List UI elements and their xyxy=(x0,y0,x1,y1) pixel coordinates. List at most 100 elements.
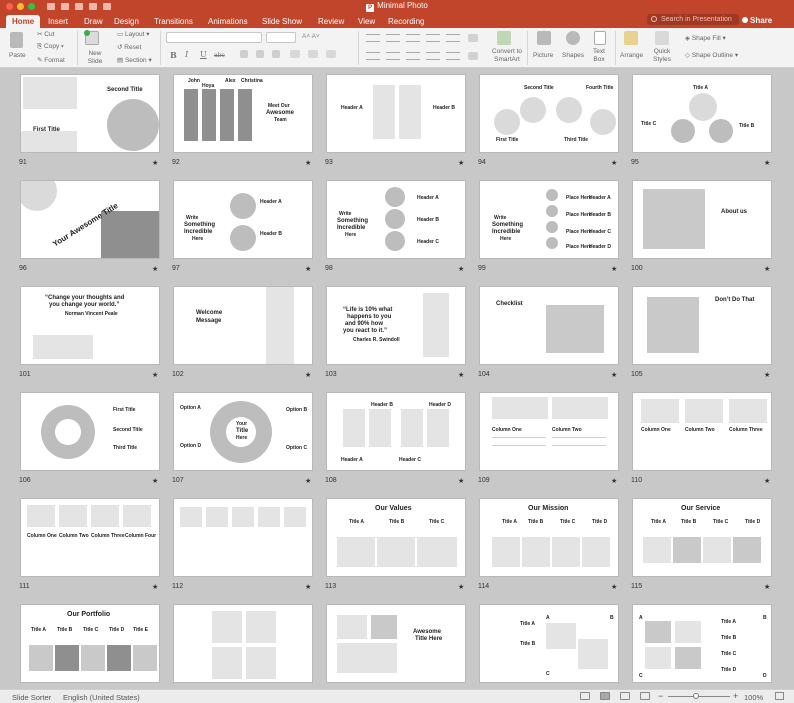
columns-icon[interactable] xyxy=(446,52,460,60)
align-text-icon[interactable] xyxy=(468,52,478,60)
highlight-icon[interactable] xyxy=(290,50,300,58)
tab-review[interactable]: Review xyxy=(312,15,350,28)
tab-home[interactable]: Home xyxy=(6,15,41,28)
strikethrough-button[interactable]: abc xyxy=(214,52,225,59)
slide-thumbnail[interactable]: Title A Title B A B C xyxy=(479,604,619,683)
zoom-out-button[interactable]: − xyxy=(658,691,663,701)
tab-transitions[interactable]: Transitions xyxy=(148,15,199,28)
slide-thumbnail[interactable]: About us xyxy=(632,180,772,259)
shapes-button[interactable]: Shapes xyxy=(562,52,584,59)
shrink-font-button[interactable]: A˅ xyxy=(312,33,320,40)
layout-button[interactable]: ▭ Layout ▾ xyxy=(117,30,150,38)
slide-thumbnail[interactable]: Write Something Incredible Here Header A Head… xyxy=(326,180,466,259)
paste-button[interactable]: Paste xyxy=(9,52,26,59)
slide-thumbnail[interactable]: Header A Header B xyxy=(326,74,466,153)
align-left-icon[interactable] xyxy=(366,52,380,60)
zoom-level[interactable]: 100% xyxy=(744,693,763,702)
slide-transition-star-icon[interactable]: ★ xyxy=(458,583,464,591)
share-button[interactable]: Share xyxy=(742,15,772,26)
slide-thumbnail[interactable]: Our Portfolio Title A Title B Title C Title … xyxy=(20,604,160,683)
shape-outline-button[interactable]: ◇ Shape Outline ▾ xyxy=(685,51,738,59)
slide-thumbnail[interactable] xyxy=(173,498,313,577)
underline-button[interactable]: U xyxy=(200,50,207,59)
increase-indent-icon[interactable] xyxy=(426,34,440,42)
text-direction-icon[interactable] xyxy=(468,34,478,42)
justify-icon[interactable] xyxy=(426,52,440,60)
numbering-icon[interactable] xyxy=(386,34,400,42)
slide-transition-star-icon[interactable]: ★ xyxy=(611,583,617,591)
slide-thumbnail[interactable]: John Hoya Alex Christina Meet Our Awesome Team xyxy=(173,74,313,153)
slide-thumbnail[interactable]: First Title Second Title Third Title xyxy=(20,392,160,471)
tab-insert[interactable]: Insert xyxy=(42,15,74,28)
paste-icon[interactable] xyxy=(10,32,23,48)
slide-transition-star-icon[interactable]: ★ xyxy=(764,265,770,273)
slide-thumbnail[interactable]: Second Title Fourth Title First Title Third… xyxy=(479,74,619,153)
zoom-slider[interactable] xyxy=(668,696,730,697)
line-spacing-icon[interactable] xyxy=(446,34,460,42)
slide-thumbnail[interactable]: Column One Column Two Column Three Column F… xyxy=(20,498,160,577)
tab-slide-show[interactable]: Slide Show xyxy=(256,15,308,28)
language-label[interactable]: English (United States) xyxy=(63,693,140,702)
reset-button[interactable]: ↺ Reset xyxy=(117,43,141,51)
tab-draw[interactable]: Draw xyxy=(78,15,109,28)
tab-animations[interactable]: Animations xyxy=(202,15,254,28)
slide-transition-star-icon[interactable]: ★ xyxy=(305,477,311,485)
slide-thumbnail[interactable]: “Life is 10% what happens to you and 90% h… xyxy=(326,286,466,365)
slide-thumbnail[interactable]: Column One Column Two Column Three xyxy=(632,392,772,471)
slide-thumbnail[interactable]: Our Service Title A Title B Title C Title D xyxy=(632,498,772,577)
grow-font-button[interactable]: A˄ xyxy=(302,33,310,40)
shapes-icon[interactable] xyxy=(566,31,580,45)
slide-transition-star-icon[interactable]: ★ xyxy=(611,371,617,379)
slide-thumbnail[interactable] xyxy=(173,604,313,683)
slide-transition-star-icon[interactable]: ★ xyxy=(305,159,311,167)
slide-thumbnail[interactable]: Write Something Incredible Here Place Here He… xyxy=(479,180,619,259)
slide-transition-star-icon[interactable]: ★ xyxy=(458,159,464,167)
text-effects-icon[interactable] xyxy=(240,50,248,58)
slideshow-view-button[interactable] xyxy=(640,692,650,700)
bold-button[interactable]: B xyxy=(170,50,177,60)
slide-thumbnail[interactable]: Checklist xyxy=(479,286,619,365)
arrange-icon[interactable] xyxy=(624,31,638,45)
slide-transition-star-icon[interactable]: ★ xyxy=(764,477,770,485)
clear-format-icon[interactable] xyxy=(326,50,336,58)
italic-button[interactable]: I xyxy=(185,50,188,59)
copy-button[interactable]: ⎘ Copy ▾ xyxy=(37,43,64,51)
zoom-slider-handle[interactable] xyxy=(692,693,699,699)
bullets-icon[interactable] xyxy=(366,34,380,42)
text-box-icon[interactable] xyxy=(594,31,606,45)
tab-view[interactable]: View xyxy=(352,15,381,28)
slide-thumbnail[interactable]: Write Something Incredible Here Header A Head… xyxy=(173,180,313,259)
slide-thumbnail[interactable]: Header B Header D Header A Header C xyxy=(326,392,466,471)
align-right-icon[interactable] xyxy=(406,52,420,60)
font-grow-shrink[interactable]: A˄ A˅ xyxy=(302,33,320,40)
slide-thumbnail[interactable]: Awesome Title Here xyxy=(326,604,466,683)
slide-thumbnail[interactable]: Second Title First Title xyxy=(20,74,160,153)
format-painter-button[interactable]: ✎ Format xyxy=(37,56,65,64)
superscript-icon[interactable] xyxy=(256,50,264,58)
font-family-select[interactable] xyxy=(166,32,262,43)
slide-transition-star-icon[interactable]: ★ xyxy=(305,371,311,379)
arrange-button[interactable]: Arrange xyxy=(620,52,643,59)
slide-transition-star-icon[interactable]: ★ xyxy=(764,371,770,379)
slide-transition-star-icon[interactable]: ★ xyxy=(458,265,464,273)
slide-thumbnail[interactable]: Column One Column Two xyxy=(479,392,619,471)
tab-recording[interactable]: Recording xyxy=(382,15,430,28)
slide-transition-star-icon[interactable]: ★ xyxy=(152,477,158,485)
slide-transition-star-icon[interactable]: ★ xyxy=(611,159,617,167)
slide-transition-star-icon[interactable]: ★ xyxy=(764,159,770,167)
slide-thumbnail[interactable]: “Change your thoughts and you change your… xyxy=(20,286,160,365)
smartart-icon[interactable] xyxy=(497,31,511,45)
slide-sorter-view-button[interactable] xyxy=(600,692,610,700)
normal-view-button[interactable] xyxy=(580,692,590,700)
fit-to-window-button[interactable] xyxy=(775,692,784,700)
slide-thumbnail[interactable]: A B C D Title A Title B Title C Title D xyxy=(632,604,772,683)
section-button[interactable]: ▤ Section ▾ xyxy=(117,56,152,64)
align-center-icon[interactable] xyxy=(386,52,400,60)
slide-transition-star-icon[interactable]: ★ xyxy=(458,371,464,379)
slide-transition-star-icon[interactable]: ★ xyxy=(152,371,158,379)
slide-thumbnail[interactable]: Welcome Message xyxy=(173,286,313,365)
slide-transition-star-icon[interactable]: ★ xyxy=(305,583,311,591)
decrease-indent-icon[interactable] xyxy=(406,34,420,42)
new-slide-button[interactable]: New Slide xyxy=(86,50,104,66)
slide-transition-star-icon[interactable]: ★ xyxy=(764,583,770,591)
